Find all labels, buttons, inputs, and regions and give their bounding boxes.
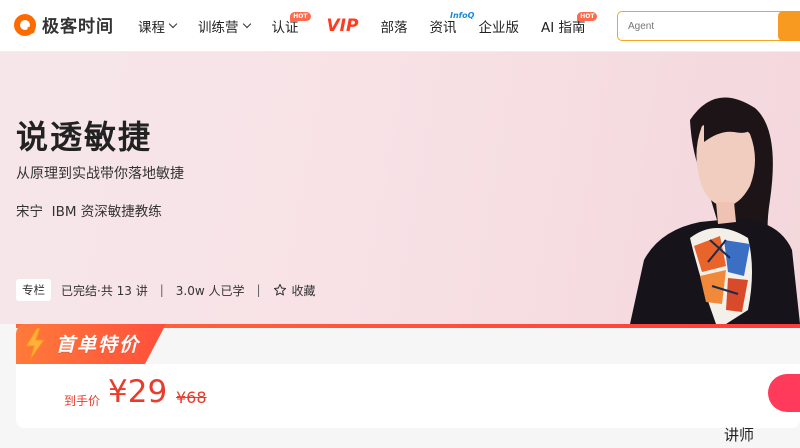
favorite-button[interactable]: 收藏 (273, 282, 316, 299)
instructor-photo (630, 97, 800, 324)
final-price: ¥29 (108, 374, 168, 410)
nav-ai-guide[interactable]: AI 指南 HOT (541, 0, 598, 52)
nav-tribe[interactable]: 部落 (380, 0, 407, 52)
lecturer-section-title: 讲师 (724, 426, 755, 444)
nav-bootcamp[interactable]: 训练营 (198, 0, 251, 52)
search-input[interactable] (628, 12, 788, 40)
chevron-down-icon (242, 19, 251, 29)
lightning-icon (25, 328, 45, 360)
nav-enterprise[interactable]: 企业版 (478, 0, 519, 52)
main-nav: 课程 训练营 认证 HOT VIP 部落 资讯 InfoQ 企业版 AI 指南 … (138, 0, 607, 52)
hot-badge: HOT (290, 12, 311, 21)
favorite-label: 收藏 (291, 283, 316, 298)
hot-badge: HOT (577, 12, 598, 21)
nav-tribe-label: 部落 (380, 20, 408, 36)
nav-enterprise-label: 企业版 (478, 20, 519, 36)
promo-title: 首单特价 (56, 334, 141, 356)
nav-vip[interactable]: VIP (327, 0, 359, 52)
course-subtitle: 从原理到实战带你落地敏捷 (16, 166, 184, 182)
search-box (617, 11, 800, 41)
course-type-tag: 专栏 (16, 279, 51, 301)
chevron-down-icon (168, 19, 178, 29)
infoq-badge: InfoQ (450, 11, 475, 20)
course-learners: 3.0w 人已学 (175, 283, 245, 298)
nav-bootcamp-label: 训练营 (198, 20, 239, 36)
course-meta: 专栏 已完结·共 13 讲 | 3.0w 人已学 | 收藏 (16, 279, 316, 301)
course-status: 已完结·共 13 讲 (61, 283, 148, 298)
final-price-label: 到手价 (64, 394, 101, 408)
course-author: 宋宁 IBM 资深敏捷教练 (16, 204, 162, 220)
site-logo[interactable]: 极客时间 (14, 12, 114, 37)
course-title: 说透敏捷 (16, 118, 153, 156)
meta-divider: | (159, 283, 164, 297)
nav-certification[interactable]: 认证 HOT (272, 0, 311, 52)
nav-courses-label: 课程 (138, 20, 165, 36)
star-icon (273, 283, 286, 296)
meta-divider: | (256, 283, 261, 297)
vip-logo: VIP (326, 16, 359, 36)
nav-news[interactable]: 资讯 InfoQ (429, 0, 474, 52)
search-button[interactable] (778, 11, 800, 41)
logo-text: 极客时间 (42, 17, 114, 37)
course-hero: 说透敏捷 从原理到实战带你落地敏捷 宋宁 IBM 资深敏捷教练 专栏 已完结·共… (0, 52, 800, 324)
logo-icon (14, 13, 36, 36)
buy-button[interactable] (768, 374, 800, 412)
top-navbar: 极客时间 课程 训练营 认证 HOT VIP 部落 资讯 InfoQ 企业版 A… (0, 0, 800, 52)
nav-courses[interactable]: 课程 (138, 0, 178, 52)
original-price: ¥68 (176, 388, 207, 407)
